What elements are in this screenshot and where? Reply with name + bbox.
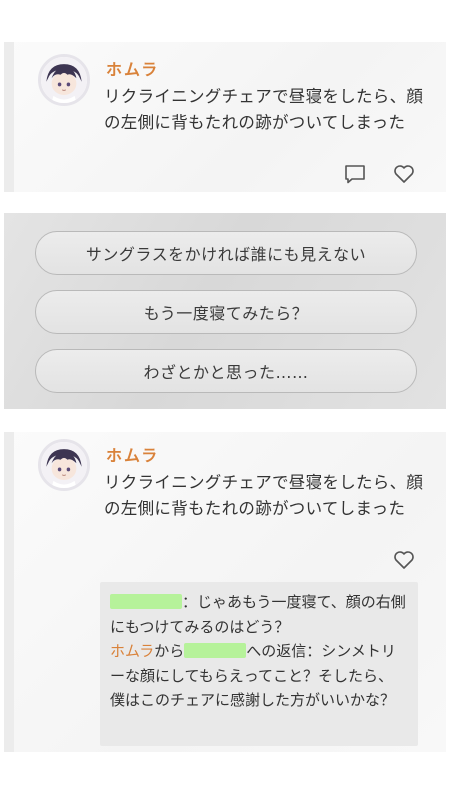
post-text: リクライニングチェアで昼寝をしたら、顔の左側に背もたれの跡がついてしまった (104, 473, 424, 518)
reply-to-label: への返信： (246, 642, 322, 660)
author-name[interactable]: ホムラ (106, 442, 159, 466)
avatar[interactable] (38, 439, 90, 491)
avatar[interactable] (38, 54, 90, 106)
avatar-image (41, 57, 87, 103)
choice-button[interactable]: もう一度寝てみたら？ (35, 290, 417, 334)
reply-choices: サングラスをかければ誰にも見えない もう一度寝てみたら？ わざとかと思った…… (4, 213, 446, 409)
choice-button[interactable]: わざとかと思った…… (35, 349, 417, 393)
card-edge (4, 42, 14, 192)
comment-thread: ：じゃあもう一度寝て、顔の右側にもつけてみるのはどう？ ホムラから への返信：シン… (100, 582, 418, 746)
post-card: ホムラ リクライニングチェアで昼寝をしたら、顔の左側に背もたれの跡がついてしまっ… (4, 432, 446, 752)
author-name[interactable]: ホムラ (106, 56, 159, 80)
comment-icon[interactable] (343, 162, 367, 186)
choice-button[interactable]: サングラスをかければ誰にも見えない (35, 231, 417, 275)
avatar-image (41, 442, 87, 488)
card-edge (4, 432, 14, 752)
reply-author[interactable]: ホムラ (110, 642, 154, 660)
redacted-username (184, 643, 247, 658)
reply-from-label: から (154, 642, 185, 660)
post-text: リクライニングチェアで昼寝をしたら、顔の左側に背もたれの跡がついてしまった (104, 87, 424, 132)
heart-icon[interactable] (392, 548, 416, 572)
heart-icon[interactable] (392, 162, 416, 186)
post-card: ホムラ リクライニングチェアで昼寝をしたら、顔の左側に背もたれの跡がついてしまっ… (4, 42, 446, 192)
redacted-username (110, 594, 182, 609)
